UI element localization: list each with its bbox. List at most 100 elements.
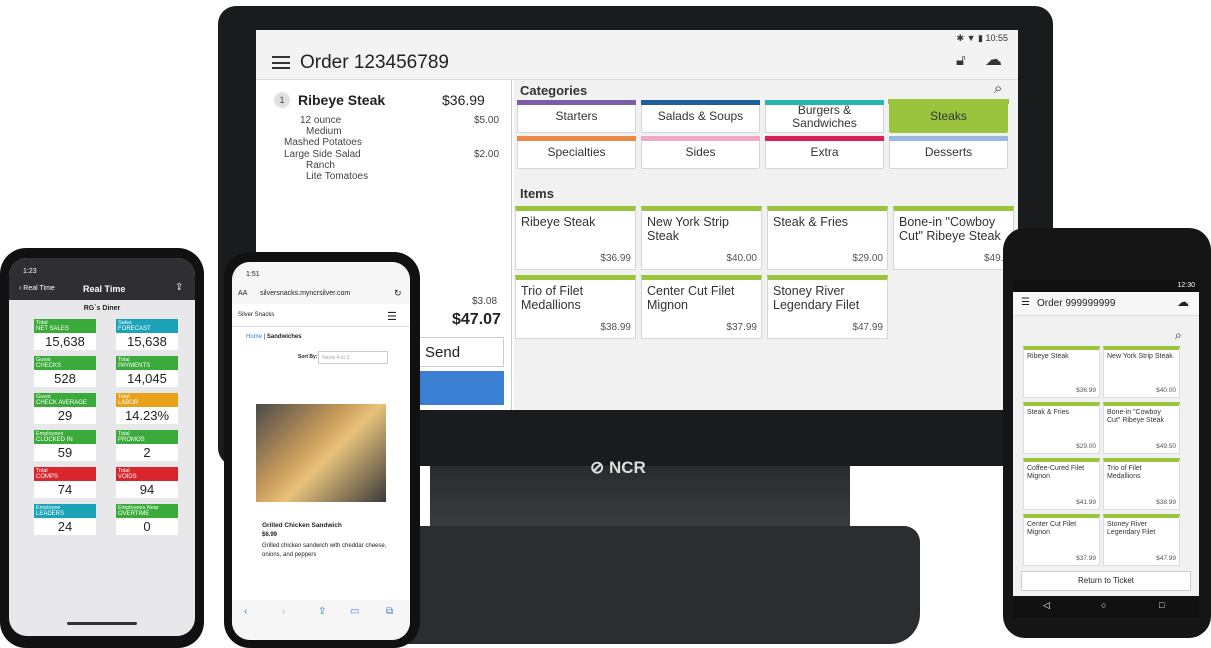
back-icon[interactable]: ‹	[244, 606, 247, 617]
category-button[interactable]: Specialties	[517, 136, 636, 169]
metric-value: 94	[139, 482, 155, 497]
menu-item-button[interactable]: Stoney River Legendary Filet $47.99	[1103, 514, 1180, 566]
text-size-button[interactable]: AA	[238, 290, 247, 297]
search-icon[interactable]: ⌕	[1175, 328, 1182, 343]
category-button[interactable]: Salads & Soups	[641, 100, 760, 133]
modifier: Lite Tomatoes	[306, 171, 369, 182]
app-bar: Order 123456789 🔓︎ ☁︎	[256, 46, 1018, 80]
share-icon[interactable]: ⇪	[318, 606, 326, 617]
menu-item-button[interactable]: Stoney River Legendary Filet $47.99	[767, 275, 888, 339]
menu-item-price: $47.99	[852, 322, 883, 333]
breadcrumb-home[interactable]: Home	[246, 334, 262, 340]
category-button[interactable]: Burgers & Sandwiches	[765, 100, 884, 133]
order-title: Order 123456789	[300, 52, 449, 73]
metric-label: PAYMENTS	[118, 363, 151, 369]
menu-item-name: Trio of Filet Medallions	[1107, 465, 1142, 480]
share-icon[interactable]: ⇪	[175, 282, 183, 293]
menu-item-name: New York Strip Steak	[647, 215, 729, 243]
menu-item-button[interactable]: Steak & Fries $29.00	[767, 206, 888, 270]
metric-tile[interactable]: Guest CHECK AVERAGE 29	[34, 393, 96, 424]
menu-item-button[interactable]: New York Strip Steak $40.00	[641, 206, 762, 270]
menu-item-price: $40.00	[1156, 387, 1176, 394]
lock-icon[interactable]: 🔓︎	[956, 52, 966, 69]
back-button[interactable]: ‹ Real Time	[19, 285, 55, 292]
menu-icon[interactable]	[272, 56, 290, 69]
menu-item-button[interactable]: Steak & Fries $29.00	[1023, 402, 1100, 454]
category-color-bar	[517, 136, 636, 141]
metric-tile[interactable]: Total PROMOS 2	[116, 430, 178, 461]
menu-item-button[interactable]: Bone-in "Cowboy Cut" Ribeye Steak $49.50	[1103, 402, 1180, 454]
metric-header: Total VOIDS	[116, 467, 178, 481]
metric-value: 15,638	[127, 334, 167, 349]
menu-item-button[interactable]: Coffee-Cured Filet Mignon $41.99	[1023, 458, 1100, 510]
metric-label: CHECK AVERAGE	[36, 400, 87, 406]
metric-tile[interactable]: Total NET SALES 15,638	[34, 319, 96, 350]
metric-tile[interactable]: Guest CHECKS 528	[34, 356, 96, 387]
bookmarks-icon[interactable]: ▭	[350, 606, 359, 617]
metric-tile[interactable]: Total VOIDS 94	[116, 467, 178, 498]
return-to-ticket-button[interactable]: Return to Ticket	[1021, 571, 1191, 591]
ticket-item-name[interactable]: Ribeye Steak	[298, 92, 385, 108]
cloud-icon[interactable]: ☁︎	[1177, 295, 1189, 309]
site-name: Silver Snacks	[238, 312, 275, 318]
category-color-bar	[765, 100, 884, 105]
menu-icon[interactable]: ☰	[387, 310, 397, 323]
category-button[interactable]: Desserts	[889, 136, 1008, 169]
metric-tile[interactable]: Total PAYMENTS 14,045	[116, 356, 178, 387]
metric-header: Total COMPS	[34, 467, 96, 481]
product-name[interactable]: Grilled Chicken Sandwich	[262, 522, 342, 529]
forward-icon[interactable]: ›	[282, 606, 285, 617]
reload-icon[interactable]: ↻	[394, 288, 402, 299]
ncr-logo: ⊘ NCR	[590, 458, 646, 477]
category-button[interactable]: Extra	[765, 136, 884, 169]
menu-item-button[interactable]: Ribeye Steak $36.99	[515, 206, 636, 270]
send-button[interactable]: Send	[406, 337, 504, 367]
metric-tile[interactable]: Employee LEADERS 24	[34, 504, 96, 535]
menu-item-name: New York Strip Steak	[1107, 353, 1173, 360]
menu-item-button[interactable]: Center Cut Filet Mignon $37.99	[1023, 514, 1100, 566]
modifier: Medium	[306, 126, 342, 137]
tabs-icon[interactable]: ⧉	[386, 606, 393, 617]
menu-item-name: Bone-in "Cowboy Cut" Ribeye Steak	[1107, 409, 1164, 424]
menu-item-price: $37.99	[1076, 555, 1096, 562]
metric-tile[interactable]: Total COMPS 74	[34, 467, 96, 498]
menu-item-button[interactable]: Center Cut Filet Mignon $37.99	[641, 275, 762, 339]
metric-tile[interactable]: Sales FORECAST 15,638	[116, 319, 178, 350]
recents-icon[interactable]: □	[1159, 600, 1164, 610]
search-icon[interactable]: ⌕	[994, 80, 1002, 97]
metric-label: PROMOS	[118, 437, 145, 443]
metric-value: 0	[143, 519, 151, 534]
nav-header: 1:23 ‹ Real Time Real Time ⇪	[9, 258, 195, 300]
menu-item-price: $41.99	[1076, 499, 1096, 506]
home-icon[interactable]: ○	[1101, 600, 1106, 610]
menu-item-price: $49.50	[1156, 443, 1176, 450]
metric-header: Total PROMOS	[116, 430, 178, 444]
category-button[interactable]: Starters	[517, 100, 636, 133]
modifier: Mashed Potatoes	[284, 137, 362, 148]
modifier: Ranch	[306, 160, 335, 171]
sort-select[interactable]: Name A to Z	[318, 351, 388, 364]
seat-badge: 1	[274, 92, 290, 108]
metric-value: 59	[57, 445, 73, 460]
menu-item-button[interactable]: Ribeye Steak $36.99	[1023, 346, 1100, 398]
metric-value: 14,045	[127, 371, 167, 386]
items-heading: Items	[520, 186, 554, 201]
menu-icon[interactable]: ☰	[1021, 297, 1030, 308]
category-button[interactable]: Steaks	[888, 99, 1009, 133]
menu-item-button[interactable]: Trio of Filet Medallions $38.99	[1103, 458, 1180, 510]
cloud-icon[interactable]: ☁︎	[985, 50, 1002, 70]
menu-item-button[interactable]: Trio of Filet Medallions $38.99	[515, 275, 636, 339]
pay-button[interactable]	[406, 371, 504, 405]
product-image[interactable]	[256, 404, 386, 502]
menu-item-button[interactable]: Bone-in "Cowboy Cut" Ribeye Steak $49.5	[893, 206, 1014, 270]
menu-item-button[interactable]: New York Strip Steak $40.00	[1103, 346, 1180, 398]
screen-title: Real Time	[83, 284, 126, 294]
category-button[interactable]: Sides	[641, 136, 760, 169]
android-nav-bar: ◁ ○ □	[1013, 596, 1199, 618]
metric-tile[interactable]: Employees CLOCKED IN 59	[34, 430, 96, 461]
metric-tile[interactable]: Employees Near OVERTIME 0	[116, 504, 178, 535]
back-icon[interactable]: ◁	[1043, 600, 1050, 611]
status-time: 1:23	[23, 268, 37, 275]
metric-tile[interactable]: Total LABOR 14.23%	[116, 393, 178, 424]
address-bar[interactable]: silversnacks.myncrsilver.com	[260, 290, 350, 297]
